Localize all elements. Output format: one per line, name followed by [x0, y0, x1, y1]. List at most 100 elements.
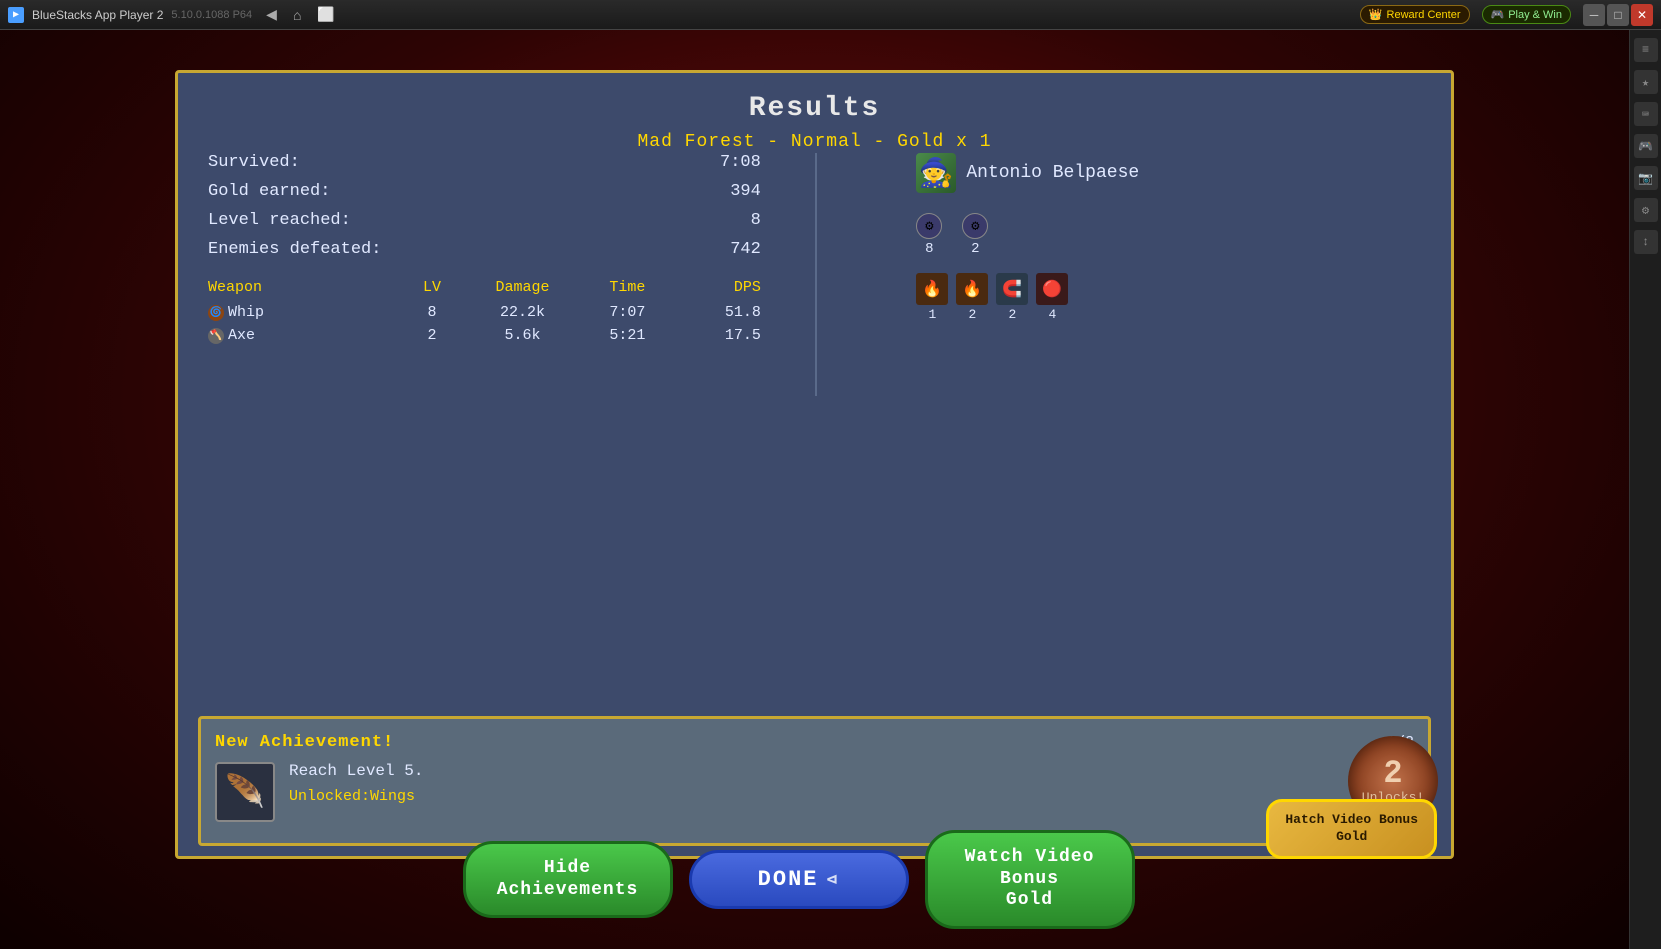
window-controls: ─ □ ✕ [1583, 4, 1653, 26]
achievement-header: New Achievement! 1/2 [215, 733, 1414, 752]
play-win-label: Play & Win [1508, 9, 1562, 21]
home-button[interactable]: ⌂ [287, 5, 307, 25]
playin-icon: 🎮 [1491, 8, 1505, 21]
stage-info: Mad Forest - Normal - Gold x 1 [178, 132, 1451, 152]
weapon-table-header: Weapon LV Damage Time DPS [208, 279, 781, 296]
survived-label: Survived: [208, 153, 300, 172]
achievement-unlocked: Unlocked:Wings [289, 788, 1414, 805]
level-label: Level reached: [208, 211, 351, 230]
whip-name: 🌀 Whip [208, 304, 399, 321]
results-panel: Results Mad Forest - Normal - Gold x 1 S… [175, 70, 1454, 859]
panel-divider [815, 153, 817, 396]
survived-value: 7:08 [720, 153, 761, 172]
level-value: 8 [751, 211, 761, 230]
achievement-content: 🪶 Reach Level 5. Unlocked:Wings 2 Unlock… [215, 762, 1414, 822]
enemies-label: Enemies defeated: [208, 240, 381, 259]
app-title: BlueStacks App Player 2 [32, 8, 163, 22]
watch-video-button[interactable]: Watch Video BonusGold [925, 830, 1135, 929]
stat-icon-1: ⚙ [916, 213, 942, 239]
character-header: 🧙 Antonio Belpaese [916, 153, 1139, 193]
col-dps-header: DPS [675, 279, 761, 296]
item-icon-3: 🧲 [996, 273, 1028, 305]
achievement-box: New Achievement! 1/2 🪶 Reach Level 5. Un… [198, 716, 1431, 846]
item-1: 🔥 1 [916, 273, 948, 322]
axe-time: 5:21 [580, 327, 675, 344]
item-icon-4: 🔴 [1036, 273, 1068, 305]
app-icon: ▶ [8, 7, 24, 23]
sidebar-icon-3[interactable]: ⌨ [1634, 102, 1658, 126]
game-area: Results Mad Forest - Normal - Gold x 1 S… [0, 30, 1629, 949]
reward-label: Reward Center [1387, 9, 1461, 21]
col-lv-header: LV [399, 279, 466, 296]
back-button[interactable]: ◀ [260, 4, 283, 25]
gold-row: Gold earned: 394 [208, 182, 781, 201]
nav-buttons: ◀ ⌂ ⬜ [260, 4, 341, 25]
character-pixel-art: 🧙 [919, 156, 954, 191]
character-sprite: 🧙 [916, 153, 956, 193]
maximize-button[interactable]: □ [1607, 4, 1629, 26]
play-win-button[interactable]: 🎮 Play & Win [1482, 5, 1572, 24]
item-val-4: 4 [1048, 307, 1056, 322]
item-val-1: 1 [928, 307, 936, 322]
sidebar-icon-7[interactable]: ↕ [1634, 230, 1658, 254]
done-label: DONE [758, 867, 819, 892]
titlebar-left: ▶ BlueStacks App Player 2 5.10.0.1088 P6… [8, 4, 341, 25]
axe-lv: 2 [399, 327, 466, 344]
stat-group-1: ⚙ 8 [916, 213, 942, 257]
whip-time: 7:07 [580, 304, 675, 321]
whip-dps: 51.8 [675, 304, 761, 321]
weapon-row-axe: 🪓 Axe 2 5.6k 5:21 17.5 [208, 327, 781, 344]
survived-row: Survived: 7:08 [208, 153, 781, 172]
axe-damage: 5.6k [465, 327, 579, 344]
axe-icon: 🪓 [208, 328, 224, 344]
weapon-table: Weapon LV Damage Time DPS 🌀 Whip 8 22.2k… [208, 279, 781, 344]
item-icon-1: 🔥 [916, 273, 948, 305]
hide-achievements-button[interactable]: HideAchievements [463, 841, 673, 918]
character-section: 🧙 Antonio Belpaese ⚙ 8 ⚙ 2 🔥 1 [886, 153, 1421, 322]
results-title: Results [178, 73, 1451, 124]
reward-icon: 👑 [1369, 8, 1383, 21]
items-row: 🔥 1 🔥 2 🧲 2 🔴 4 [916, 273, 1068, 322]
sidebar-icon-5[interactable]: 📷 [1634, 166, 1658, 190]
titlebar-right: 👑 Reward Center 🎮 Play & Win ─ □ ✕ [1360, 4, 1653, 26]
whip-damage: 22.2k [465, 304, 579, 321]
item-3: 🧲 2 [996, 273, 1028, 322]
sidebar-icon-6[interactable]: ⚙ [1634, 198, 1658, 222]
stat-val-1: 8 [925, 241, 933, 257]
col-damage-header: Damage [465, 279, 579, 296]
col-time-header: Time [580, 279, 675, 296]
achievement-text: Reach Level 5. Unlocked:Wings [289, 762, 1414, 805]
item-2: 🔥 2 [956, 273, 988, 322]
hatch-line1: Hatch Video Bonus [1285, 812, 1418, 829]
titlebar: ▶ BlueStacks App Player 2 5.10.0.1088 P6… [0, 0, 1661, 30]
stats-section: Survived: 7:08 Gold earned: 394 Level re… [208, 153, 781, 350]
enemies-row: Enemies defeated: 742 [208, 240, 781, 259]
character-stats-row: ⚙ 8 ⚙ 2 [916, 213, 988, 257]
axe-name: 🪓 Axe [208, 327, 399, 344]
close-button[interactable]: ✕ [1631, 4, 1653, 26]
weapon-row-whip: 🌀 Whip 8 22.2k 7:07 51.8 [208, 304, 781, 321]
right-sidebar: ≡ ★ ⌨ 🎮 📷 ⚙ ↕ [1629, 30, 1661, 949]
stat-group-2: ⚙ 2 [962, 213, 988, 257]
character-name: Antonio Belpaese [966, 163, 1139, 183]
sidebar-icon-1[interactable]: ≡ [1634, 38, 1658, 62]
done-button[interactable]: DONE ⊲ [689, 850, 909, 909]
forward-button[interactable]: ⬜ [311, 4, 340, 25]
achievement-icon-box: 🪶 [215, 762, 275, 822]
gold-label: Gold earned: [208, 182, 330, 201]
sidebar-icon-2[interactable]: ★ [1634, 70, 1658, 94]
whip-lv: 8 [399, 304, 466, 321]
stat-val-2: 2 [971, 241, 979, 257]
minimize-button[interactable]: ─ [1583, 4, 1605, 26]
reward-center-button[interactable]: 👑 Reward Center [1360, 5, 1470, 24]
sidebar-icon-4[interactable]: 🎮 [1634, 134, 1658, 158]
achievement-title: New Achievement! [215, 733, 394, 752]
item-icon-2: 🔥 [956, 273, 988, 305]
stat-icon-2: ⚙ [962, 213, 988, 239]
done-arrow-icon: ⊲ [826, 869, 839, 891]
unlocks-number: 2 [1383, 758, 1402, 790]
bottom-buttons: HideAchievements DONE ⊲ Watch Video Bonu… [175, 830, 1422, 929]
item-val-3: 2 [1008, 307, 1016, 322]
item-4: 🔴 4 [1036, 273, 1068, 322]
item-val-2: 2 [968, 307, 976, 322]
